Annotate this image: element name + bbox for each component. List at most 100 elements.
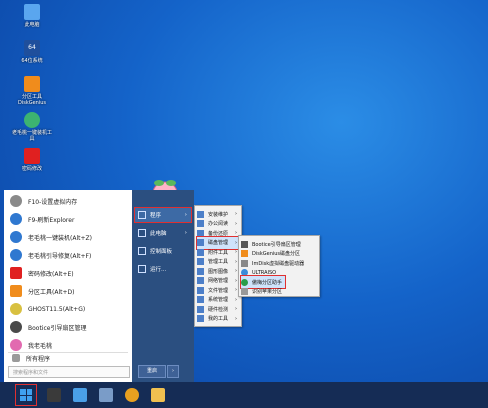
repair-icon — [10, 249, 22, 261]
restart-button[interactable]: 重启 — [138, 365, 166, 378]
windows-logo-icon — [20, 389, 32, 401]
submenu-label: 附件工具 — [208, 249, 229, 256]
computer-icon — [73, 388, 87, 402]
bootice-icon — [10, 321, 22, 333]
submenu-item[interactable]: 我的工具 › — [197, 313, 239, 325]
apple-partition-icon — [241, 288, 248, 295]
desktop-icon-label: 分区工具DiskGenius — [17, 94, 47, 106]
start-menu-right-pane: 程序 › 此电脑 › 控制面板 运行... 重启 › — [132, 190, 194, 382]
submenu-label: 图形图像 — [208, 268, 229, 275]
submenu-label: 办公阅读 — [208, 221, 229, 227]
chevron-right-icon: › — [235, 239, 237, 246]
chevron-right-icon: › — [235, 287, 237, 293]
this-pc-icon-image — [24, 4, 40, 20]
network-taskbar-button[interactable] — [96, 385, 116, 405]
all-programs-button[interactable]: 所有程序 — [10, 351, 128, 365]
disk-item-apple-partition[interactable]: 识别苹果分区 — [241, 286, 317, 298]
refresh-icon — [10, 213, 22, 225]
sm-item-one-click-install[interactable]: 老毛桃一键装机(Alt+Z) — [10, 228, 128, 246]
submenu-label: 我的工具 — [208, 316, 229, 322]
ghost-icon — [10, 303, 22, 315]
chevron-right-icon: › — [235, 211, 237, 217]
right-item-label: 运行... — [150, 267, 167, 273]
submenu-label: DiskGenius磁盘分区 — [252, 251, 301, 257]
one-click-install-icon-image — [24, 112, 40, 128]
computer-taskbar-button[interactable] — [70, 385, 90, 405]
submenu-label: 硬件检测 — [208, 306, 229, 313]
network-icon — [99, 388, 113, 402]
chevron-right-icon: › — [235, 315, 237, 322]
sm-item-label: 老毛桃一键装机(Alt+Z) — [28, 234, 92, 242]
sm-item-label: F9-刷新Explorer — [28, 216, 75, 224]
sm-item-bootice[interactable]: Bootice引导扇区管理 — [10, 318, 128, 336]
start-button[interactable] — [15, 384, 37, 406]
media-icon — [125, 388, 139, 402]
submenu-label: 傲梅分区助手 — [252, 279, 283, 286]
bootice-icon — [241, 240, 248, 248]
ultraiso-icon — [241, 269, 248, 276]
list-icon — [12, 354, 20, 362]
partition-tool-icon-image — [24, 76, 40, 92]
folder-icon — [197, 258, 204, 265]
right-item-label: 程序 — [150, 213, 162, 219]
right-item-run[interactable]: 运行... — [135, 262, 191, 276]
chevron-right-icon: › — [235, 296, 237, 303]
sm-item-label: 老毛桃引导修复(Alt+F) — [28, 252, 92, 260]
chevron-right-icon: › — [235, 268, 237, 274]
folder-icon — [197, 239, 204, 246]
submenu-label: 系统管理 — [208, 297, 229, 303]
search-input[interactable]: 搜索程序和文件 — [8, 366, 130, 378]
os64-icon[interactable]: 64 64位系统 — [10, 40, 54, 64]
restart-options-button[interactable]: › — [167, 365, 179, 378]
submenu-label: Bootice引导扇区管理 — [252, 241, 301, 248]
partition-tool-icon[interactable]: 分区工具DiskGenius — [10, 76, 54, 106]
sm-item-label: 密码修改(Alt+E) — [28, 270, 74, 278]
submenu-label: 磁盘管理 — [208, 240, 229, 246]
chevron-right-icon: › — [235, 277, 237, 284]
cmd-taskbar-button[interactable] — [44, 385, 64, 405]
one-click-install-icon[interactable]: 老毛桃一键装机工具 — [10, 112, 54, 142]
sm-item-label: F10-设置虚拟内存 — [28, 198, 78, 206]
right-item-control-panel[interactable]: 控制面板 — [135, 244, 191, 258]
right-item-this-pc[interactable]: 此电脑 › — [135, 226, 191, 240]
password-tool-icon[interactable]: 密码修改 — [10, 148, 54, 172]
all-programs-label: 所有程序 — [26, 355, 51, 363]
chevron-right-icon: › — [184, 230, 187, 236]
right-item-label: 此电脑 — [150, 231, 167, 237]
os64-icon-image: 64 — [24, 40, 40, 56]
folder-taskbar-button[interactable] — [148, 385, 168, 405]
this-pc-icon[interactable]: 此电脑 — [10, 4, 54, 28]
programs-icon — [138, 211, 146, 219]
control-panel-icon — [138, 247, 146, 255]
submenu-label: 管理工具 — [208, 259, 229, 265]
submenu-label: 网络管理 — [208, 278, 229, 284]
sm-item-partition[interactable]: 分区工具(Alt+D) — [10, 282, 128, 300]
submenu-label: ImDisk虚拟磁盘驱动器 — [252, 260, 305, 267]
folder-icon — [197, 277, 204, 284]
run-icon — [138, 265, 146, 273]
right-item-programs[interactable]: 程序 › — [134, 207, 192, 223]
diskgenius-icon — [241, 250, 248, 257]
folder-icon — [197, 248, 204, 256]
programs-submenu: 安装维护 › 办公阅读 › 备份还原 › 磁盘管理 › 附件工具 › 管理工具 › 图形图像… — [194, 205, 242, 327]
sm-item-label: Bootice引导扇区管理 — [28, 324, 87, 332]
media-taskbar-button[interactable] — [122, 385, 142, 405]
folder-icon — [197, 220, 204, 227]
chevron-right-icon: › — [235, 220, 237, 227]
cmd-icon — [47, 388, 61, 402]
sm-item-refresh-explorer[interactable]: F9-刷新Explorer — [10, 210, 128, 228]
sm-item-label: GHOST11.5(Alt+G) — [28, 305, 86, 313]
sm-item-ghost[interactable]: GHOST11.5(Alt+G) — [10, 300, 128, 318]
chevron-right-icon: › — [184, 212, 187, 218]
chevron-right-icon: › — [235, 249, 237, 255]
folder-icon — [197, 210, 204, 218]
sm-item-virtual-memory[interactable]: F10-设置虚拟内存 — [10, 192, 128, 210]
sm-item-label: 分区工具(Alt+D) — [28, 288, 75, 296]
password-tool-icon-image — [24, 148, 40, 164]
sm-item-password[interactable]: 密码修改(Alt+E) — [10, 264, 128, 282]
computer-icon — [138, 229, 146, 237]
peach-icon — [10, 339, 22, 351]
submenu-label: 安装维护 — [208, 211, 229, 218]
aomei-icon — [241, 278, 248, 286]
sm-item-boot-repair[interactable]: 老毛桃引导修复(Alt+F) — [10, 246, 128, 264]
